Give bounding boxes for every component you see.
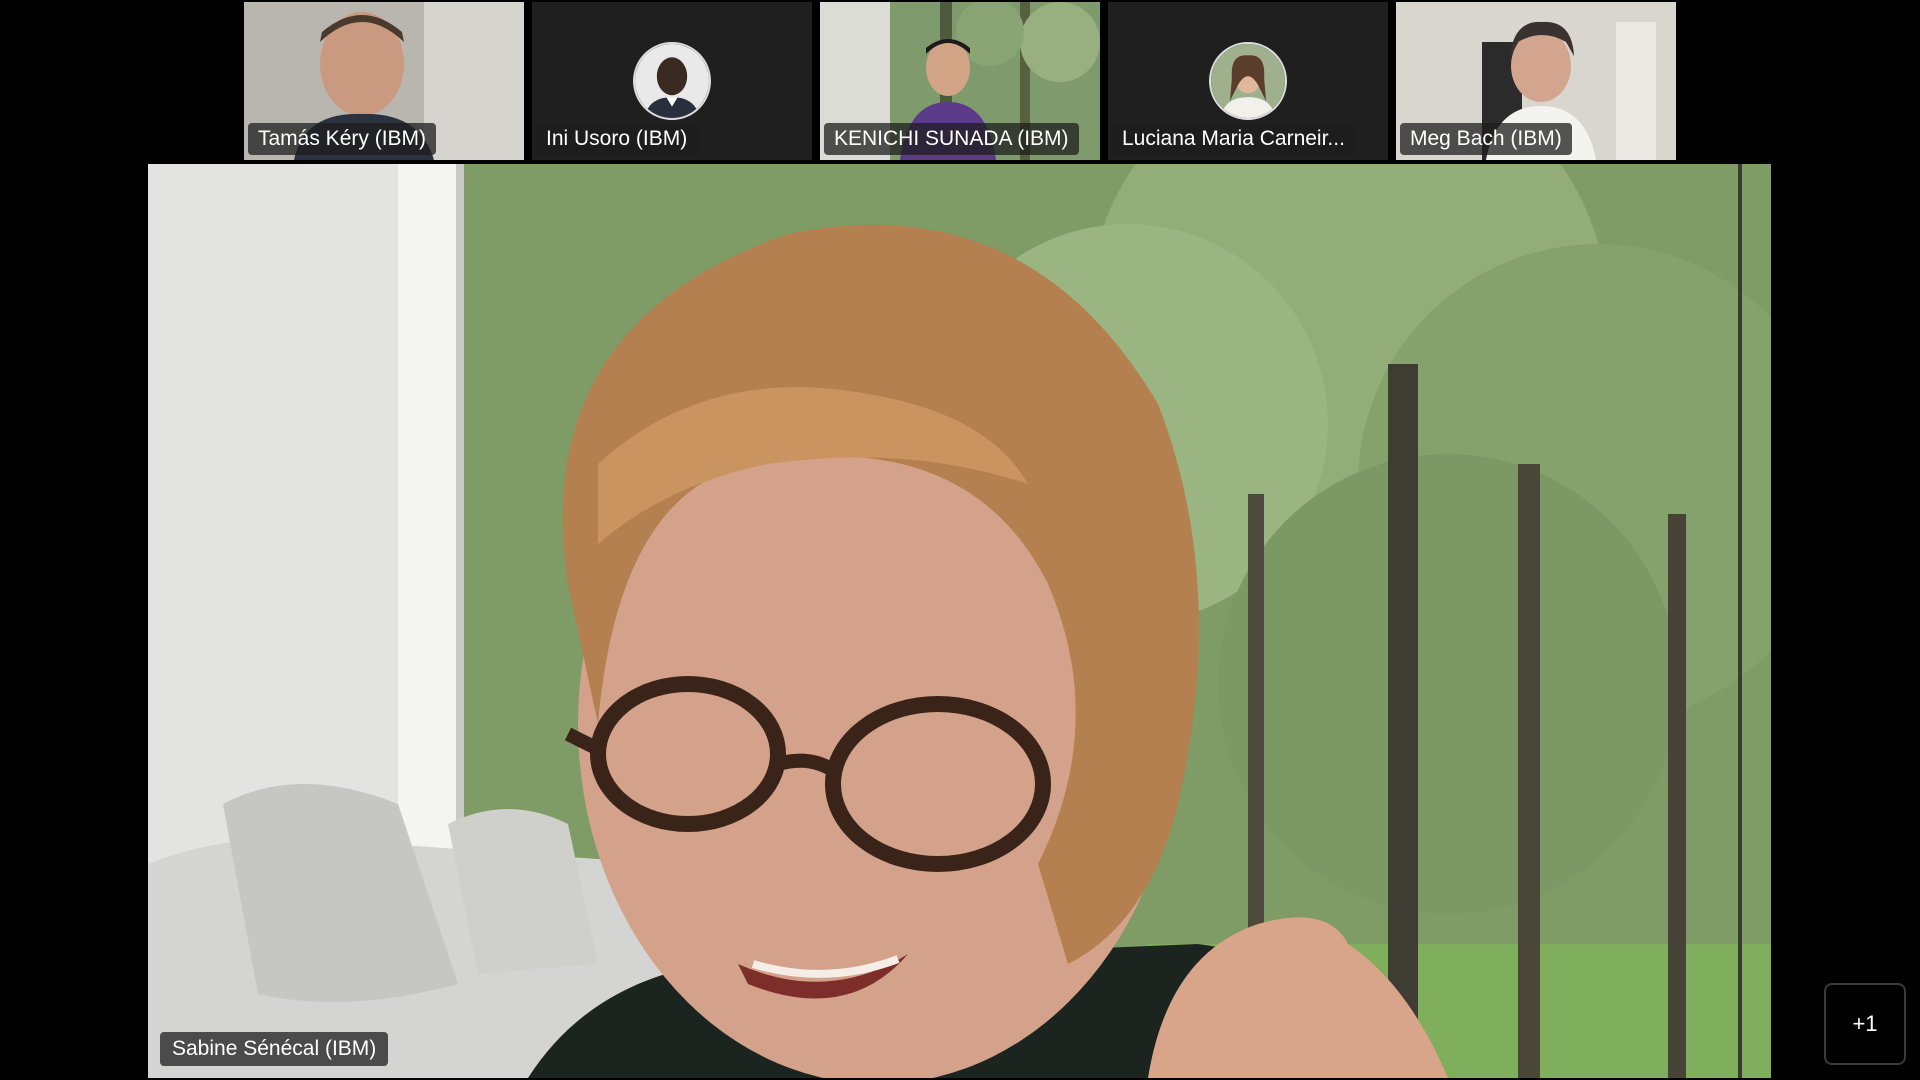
avatar (1209, 42, 1287, 120)
active-speaker-name: Sabine Sénécal (IBM) (160, 1032, 389, 1066)
avatar (633, 42, 711, 120)
participant-name: Tamás Kéry (IBM) (248, 123, 437, 155)
participant-name: Meg Bach (IBM) (1400, 123, 1572, 155)
more-participants-button[interactable]: +1 (1824, 983, 1906, 1065)
speaker-video-frame (148, 164, 1771, 1078)
participant-tile[interactable]: Meg Bach (IBM) (1396, 2, 1676, 160)
participant-name: Ini Usoro (IBM) (536, 123, 698, 155)
participant-tile[interactable]: Ini Usoro (IBM) (532, 2, 812, 160)
participant-strip: Tamás Kéry (IBM) Ini Usoro (IBM) KENICHI… (244, 2, 1676, 160)
active-speaker-video[interactable]: Sabine Sénécal (IBM) (148, 164, 1771, 1078)
participant-name: Luciana Maria Carneir... (1112, 123, 1355, 155)
participant-tile[interactable]: Luciana Maria Carneir... (1108, 2, 1388, 160)
participant-tile[interactable]: KENICHI SUNADA (IBM) (820, 2, 1100, 160)
meeting-window: Tamás Kéry (IBM) Ini Usoro (IBM) KENICHI… (0, 0, 1920, 1080)
participant-name: KENICHI SUNADA (IBM) (824, 123, 1079, 155)
participant-tile[interactable]: Tamás Kéry (IBM) (244, 2, 524, 160)
